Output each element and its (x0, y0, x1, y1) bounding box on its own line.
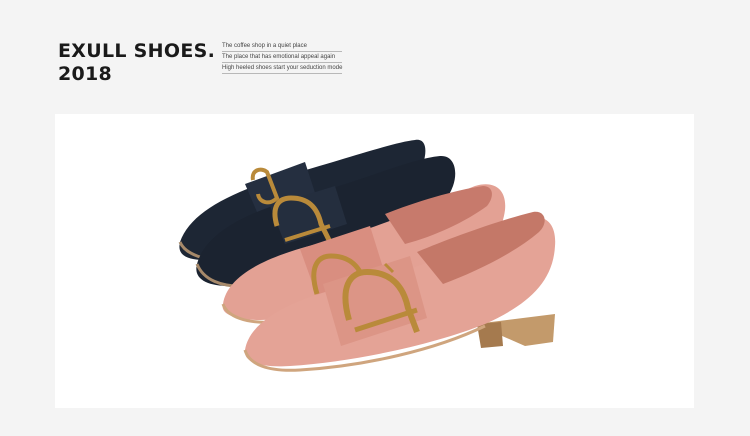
brand-title: EXULL SHOES. 2018 (58, 40, 215, 86)
product-photo (55, 114, 694, 408)
tagline-3: High heeled shoes start your seduction m… (222, 65, 343, 74)
shoe-illustration (178, 139, 556, 372)
tagline-2: The place that has emotional appeal agai… (222, 54, 343, 63)
brand-title-line1: EXULL SHOES. (58, 40, 216, 62)
tagline-1: The coffee shop in a quiet place (222, 43, 343, 52)
tagline-list: The coffee shop in a quiet place The pla… (222, 43, 343, 76)
brand-title-line2: 2018 (58, 63, 113, 85)
